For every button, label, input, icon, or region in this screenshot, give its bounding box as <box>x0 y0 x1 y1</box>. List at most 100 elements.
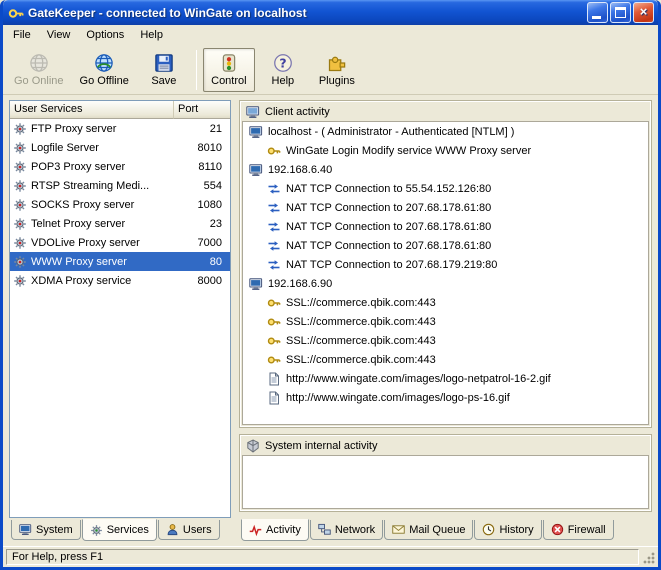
service-port: 8000 <box>180 275 228 287</box>
tree-item-text: SSL://commerce.qbik.com:443 <box>286 316 436 328</box>
tree-item-text: WinGate Login Modify service WWW Proxy s… <box>286 145 531 157</box>
resize-grip[interactable] <box>642 549 656 565</box>
svg-text:?: ? <box>279 55 286 70</box>
tab-system[interactable]: System <box>11 520 81 540</box>
tree-item[interactable]: SSL://commerce.qbik.com:443 <box>243 293 648 312</box>
tree-item-text: http://www.wingate.com/images/logo-netpa… <box>286 373 551 385</box>
page-icon <box>267 391 281 405</box>
service-row-logfile-server[interactable]: Logfile Server8010 <box>10 138 230 157</box>
service-row-www-proxy-server[interactable]: WWW Proxy server80 <box>10 252 230 271</box>
maximize-button[interactable] <box>610 2 631 23</box>
system-activity-header: System internal activity <box>242 437 649 455</box>
toolbar-save-label: Save <box>151 75 176 87</box>
client-activity-group: Client activity localhost - ( Administra… <box>239 100 652 428</box>
tree-item[interactable]: NAT TCP Connection to 55.54.152.126:80 <box>243 179 648 198</box>
globe-online-icon <box>29 53 49 73</box>
service-port: 80 <box>180 256 228 268</box>
services-list-body: FTP Proxy server21Logfile Server8010POP3… <box>10 119 230 517</box>
service-name: XDMA Proxy service <box>31 275 176 287</box>
toolbar-go-online-button[interactable]: Go Online <box>7 48 71 92</box>
left-tab-bar: SystemServices Users <box>9 520 231 542</box>
minimize-icon <box>592 16 601 19</box>
toolbar-separator <box>196 50 197 90</box>
menu-file[interactable]: File <box>5 26 39 44</box>
tab-mail-queue-label: Mail Queue <box>409 524 465 536</box>
key-icon <box>267 144 281 158</box>
service-row-telnet-proxy-server[interactable]: Telnet Proxy server 23 <box>10 214 230 233</box>
tab-users-label: Users <box>183 524 212 536</box>
nat-icon <box>267 239 281 253</box>
tab-activity[interactable]: Activity <box>241 519 309 541</box>
service-name: VDOLive Proxy server <box>31 237 176 249</box>
tab-activity-label: Activity <box>266 524 301 536</box>
tree-item[interactable]: SSL://commerce.qbik.com:443 <box>243 312 648 331</box>
column-header-port[interactable]: Port <box>174 101 230 119</box>
tab-users[interactable]: Users <box>158 520 220 540</box>
client-activity-list: localhost - ( Administrator - Authentica… <box>242 121 649 425</box>
tab-services[interactable]: Services <box>82 519 157 541</box>
menu-options[interactable]: Options <box>78 26 132 44</box>
tree-item-text: NAT TCP Connection to 207.68.178.61:80 <box>286 240 491 252</box>
tree-item[interactable]: WinGate Login Modify service WWW Proxy s… <box>243 141 648 160</box>
services-icon <box>90 524 103 537</box>
tree-item[interactable]: http://www.wingate.com/images/logo-netpa… <box>243 369 648 388</box>
service-port: 23 <box>180 218 228 230</box>
tab-network-label: Network <box>335 524 375 536</box>
computer-icon <box>249 277 263 291</box>
tab-mail-queue[interactable]: Mail Queue <box>384 520 473 540</box>
service-row-xdma-proxy-service[interactable]: XDMA Proxy service 8000 <box>10 271 230 290</box>
toolbar-plugins-label: Plugins <box>319 75 355 87</box>
activity-icon <box>249 524 262 537</box>
history-icon <box>482 523 495 536</box>
service-row-vdolive-proxy-server[interactable]: VDOLive Proxy server7000 <box>10 233 230 252</box>
tree-item[interactable]: SSL://commerce.qbik.com:443 <box>243 350 648 369</box>
service-row-socks-proxy-server[interactable]: SOCKS Proxy server1080 <box>10 195 230 214</box>
service-name: SOCKS Proxy server <box>31 199 176 211</box>
toolbar-control-button[interactable]: Control <box>203 48 255 92</box>
service-icon <box>13 122 27 136</box>
system-icon <box>19 523 32 536</box>
tree-item[interactable]: 192.168.6.40 <box>243 160 648 179</box>
tree-item[interactable]: localhost - ( Administrator - Authentica… <box>243 122 648 141</box>
key-icon <box>267 334 281 348</box>
tree-item[interactable]: http://www.wingate.com/images/logo-ps-16… <box>243 388 648 407</box>
toolbar-go-offline-button[interactable]: Go Offline <box>73 48 136 92</box>
toolbar: Go Online Go Offline Save Control?Help Plugi… <box>3 45 658 95</box>
titlebar[interactable]: GateKeeper - connected to WinGate on loc… <box>3 0 658 25</box>
service-icon <box>13 198 27 212</box>
toolbar-go-offline-label: Go Offline <box>80 75 129 87</box>
computer-icon <box>249 163 263 177</box>
service-row-ftp-proxy-server[interactable]: FTP Proxy server21 <box>10 119 230 138</box>
service-icon <box>13 179 27 193</box>
tree-item[interactable]: 192.168.6.90 <box>243 274 648 293</box>
service-row-pop3-proxy-server[interactable]: POP3 Proxy server8110 <box>10 157 230 176</box>
tree-item[interactable]: NAT TCP Connection to 207.68.178.61:80 <box>243 217 648 236</box>
column-header-user-services[interactable]: User Services <box>10 101 174 119</box>
tree-item-text: SSL://commerce.qbik.com:443 <box>286 297 436 309</box>
tree-item[interactable]: NAT TCP Connection to 207.68.179.219:80 <box>243 255 648 274</box>
control-icon <box>219 53 239 73</box>
menu-view[interactable]: View <box>39 26 79 44</box>
close-button[interactable]: × <box>633 2 654 23</box>
tree-item-text: SSL://commerce.qbik.com:443 <box>286 354 436 366</box>
tree-item[interactable]: NAT TCP Connection to 207.68.178.61:80 <box>243 198 648 217</box>
tab-firewall[interactable]: Firewall <box>543 520 614 540</box>
service-row-rtsp-streaming-medi[interactable]: RTSP Streaming Medi...554 <box>10 176 230 195</box>
service-name: Telnet Proxy server <box>31 218 176 230</box>
toolbar-save-button[interactable]: Save <box>138 48 190 92</box>
tab-network[interactable]: Network <box>310 520 383 540</box>
minimize-button[interactable] <box>587 2 608 23</box>
service-port: 8110 <box>180 161 228 173</box>
tree-item[interactable]: NAT TCP Connection to 207.68.178.61:80 <box>243 236 648 255</box>
key-icon <box>267 296 281 310</box>
service-port: 8010 <box>180 142 228 154</box>
tree-item[interactable]: SSL://commerce.qbik.com:443 <box>243 331 648 350</box>
menu-help[interactable]: Help <box>132 26 171 44</box>
toolbar-plugins-button[interactable]: Plugins <box>311 48 363 92</box>
main-content: User ServicesPort FTP Proxy server21Logf… <box>3 95 658 546</box>
toolbar-help-button[interactable]: ?Help <box>257 48 309 92</box>
tab-history[interactable]: History <box>474 520 541 540</box>
window-controls: × <box>587 2 654 23</box>
menu-bar: FileViewOptionsHelp <box>3 25 658 45</box>
system-activity-title: System internal activity <box>265 440 377 452</box>
